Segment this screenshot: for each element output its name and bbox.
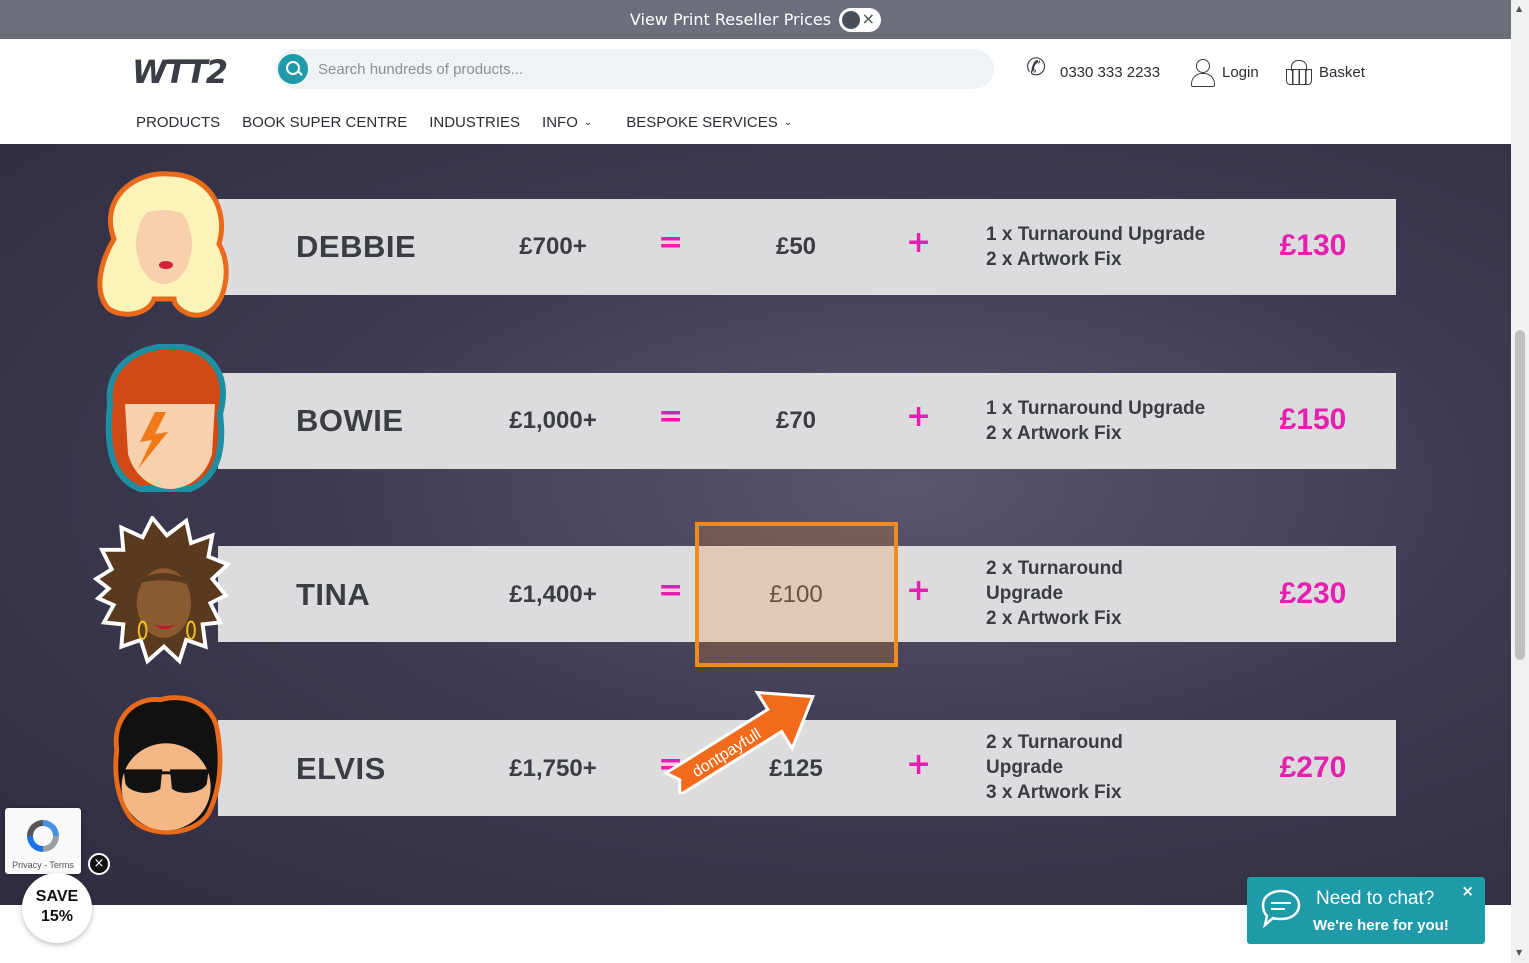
login-label: Login (1222, 63, 1259, 81)
save-line2: 15% (40, 908, 74, 925)
equals-sign: = (658, 225, 684, 260)
scrollbar-thumb[interactable] (1515, 330, 1525, 660)
recaptcha-icon (27, 820, 59, 852)
tier-extras: 1 x Turnaround Upgrade 2 x Artwork Fix (986, 396, 1205, 446)
equals-sign: = (658, 573, 684, 608)
recaptcha-badge[interactable]: Privacy - Terms (5, 808, 81, 874)
extra-line: 3 x Artwork Fix (986, 782, 1122, 803)
search-input[interactable] (318, 60, 958, 78)
search-bar (276, 49, 994, 89)
scroll-up-icon[interactable]: ▲ (1516, 4, 1522, 13)
chevron-down-icon: ⌄ (783, 117, 793, 128)
extra-line: Upgrade (986, 757, 1064, 778)
chevron-down-icon: ⌄ (583, 117, 593, 128)
save-line1: SAVE (35, 888, 79, 905)
site-header: WTT2 0330 333 2233 Login Basket PRODUCTS… (0, 39, 1511, 144)
tier-spend: £1,400+ (509, 581, 597, 608)
tier-value: £150 (1279, 403, 1347, 436)
plus-sign: + (906, 747, 932, 782)
chat-subtitle: We're here for you! (1313, 917, 1449, 934)
close-icon[interactable]: × (88, 853, 110, 875)
tier-extras: 1 x Turnaround Upgrade 2 x Artwork Fix (986, 222, 1205, 272)
chat-bubble-icon (1261, 889, 1301, 929)
tier-name: TINA (296, 577, 371, 612)
reseller-prices-toggle[interactable]: × (839, 7, 882, 32)
extra-line: 2 x Artwork Fix (986, 608, 1122, 629)
nav-label: INFO (542, 114, 578, 131)
reseller-prices-label: View Print Reseller Prices (629, 10, 832, 29)
tier-value: £230 (1279, 577, 1347, 610)
extra-line: 1 x Turnaround Upgrade (986, 224, 1206, 245)
elvis-avatar (113, 695, 223, 835)
bowie-avatar (105, 344, 226, 492)
nav-label: INDUSTRIES (429, 114, 521, 131)
pricing-tiers-section: DEBBIE £700+ = £50 + 1 x Turnaround Upgr… (0, 144, 1511, 905)
tier-value: £270 (1279, 751, 1347, 784)
tier-extras: 2 x Turnaround Upgrade 2 x Artwork Fix (986, 556, 1123, 631)
main-nav: PRODUCTS BOOK SUPER CENTRE INDUSTRIES IN… (136, 114, 792, 131)
scroll-down-icon[interactable]: ▼ (1516, 948, 1522, 957)
tier-name: BOWIE (296, 403, 404, 438)
tier-spend: £700+ (519, 233, 587, 260)
phone-icon (1026, 53, 1052, 85)
tier-cost: £70 (775, 407, 817, 434)
save-discount-badge[interactable]: SAVE 15% (22, 873, 92, 943)
reseller-bar: View Print Reseller Prices × (0, 0, 1511, 39)
user-icon (1190, 59, 1215, 87)
page: View Print Reseller Prices × WTT2 0330 3… (0, 0, 1529, 963)
phone-number: 0330 333 2233 (1060, 63, 1161, 81)
extra-line: 2 x Artwork Fix (986, 249, 1122, 270)
basket-icon (1285, 59, 1312, 85)
basket-link[interactable]: Basket (1285, 59, 1365, 85)
extra-line: 2 x Turnaround (986, 558, 1123, 579)
plus-sign: + (906, 573, 932, 608)
tier-value: £130 (1279, 229, 1347, 262)
tier-row-debbie: DEBBIE £700+ = £50 + 1 x Turnaround Upgr… (218, 199, 1396, 295)
highlight-box (695, 522, 898, 667)
tina-avatar (92, 516, 232, 665)
extra-line: Upgrade (986, 583, 1064, 604)
search-icon[interactable] (278, 54, 308, 84)
debbie-avatar (97, 171, 229, 318)
nav-label: BOOK SUPER CENTRE (242, 114, 408, 131)
chat-close-icon[interactable]: × (1461, 882, 1474, 900)
nav-item-info[interactable]: INFO ⌄ (542, 114, 592, 131)
login-link[interactable]: Login (1190, 59, 1259, 87)
tier-extras: 2 x Turnaround Upgrade 3 x Artwork Fix (986, 730, 1123, 805)
page-scrollbar[interactable]: ▲ ▼ (1511, 0, 1529, 963)
chat-title: Need to chat? (1316, 888, 1435, 909)
extra-line: 1 x Turnaround Upgrade (986, 398, 1206, 419)
chat-widget[interactable]: Need to chat? We're here for you! × (1247, 877, 1485, 944)
nav-item-products[interactable]: PRODUCTS (136, 114, 220, 131)
tier-name: ELVIS (296, 751, 386, 786)
nav-item-bespoke-services[interactable]: BESPOKE SERVICES ⌄ (626, 114, 792, 131)
site-logo[interactable]: WTT2 (132, 53, 228, 91)
nav-item-industries[interactable]: INDUSTRIES (429, 114, 520, 131)
recaptcha-text[interactable]: Privacy - Terms (5, 860, 81, 870)
tier-spend: £1,750+ (509, 755, 597, 782)
tier-name: DEBBIE (296, 229, 417, 264)
tier-spend: £1,000+ (509, 407, 597, 434)
basket-label: Basket (1319, 63, 1365, 81)
equals-sign: = (658, 399, 684, 434)
tier-cost: £50 (775, 233, 817, 260)
phone-link[interactable]: 0330 333 2233 (1026, 53, 1161, 85)
extra-line: 2 x Artwork Fix (986, 423, 1122, 444)
nav-label: BESPOKE SERVICES (626, 114, 778, 131)
toggle-knob (842, 10, 861, 29)
extra-line: 2 x Turnaround (986, 732, 1123, 753)
plus-sign: + (906, 225, 932, 260)
tier-row-bowie: BOWIE £1,000+ = £70 + 1 x Turnaround Upg… (218, 373, 1396, 469)
arrow-icon: dontpayfull (662, 690, 815, 794)
nav-item-book-super-centre[interactable]: BOOK SUPER CENTRE (242, 114, 407, 131)
plus-sign: + (906, 399, 932, 434)
nav-label: PRODUCTS (136, 114, 221, 131)
close-icon: × (861, 8, 876, 28)
